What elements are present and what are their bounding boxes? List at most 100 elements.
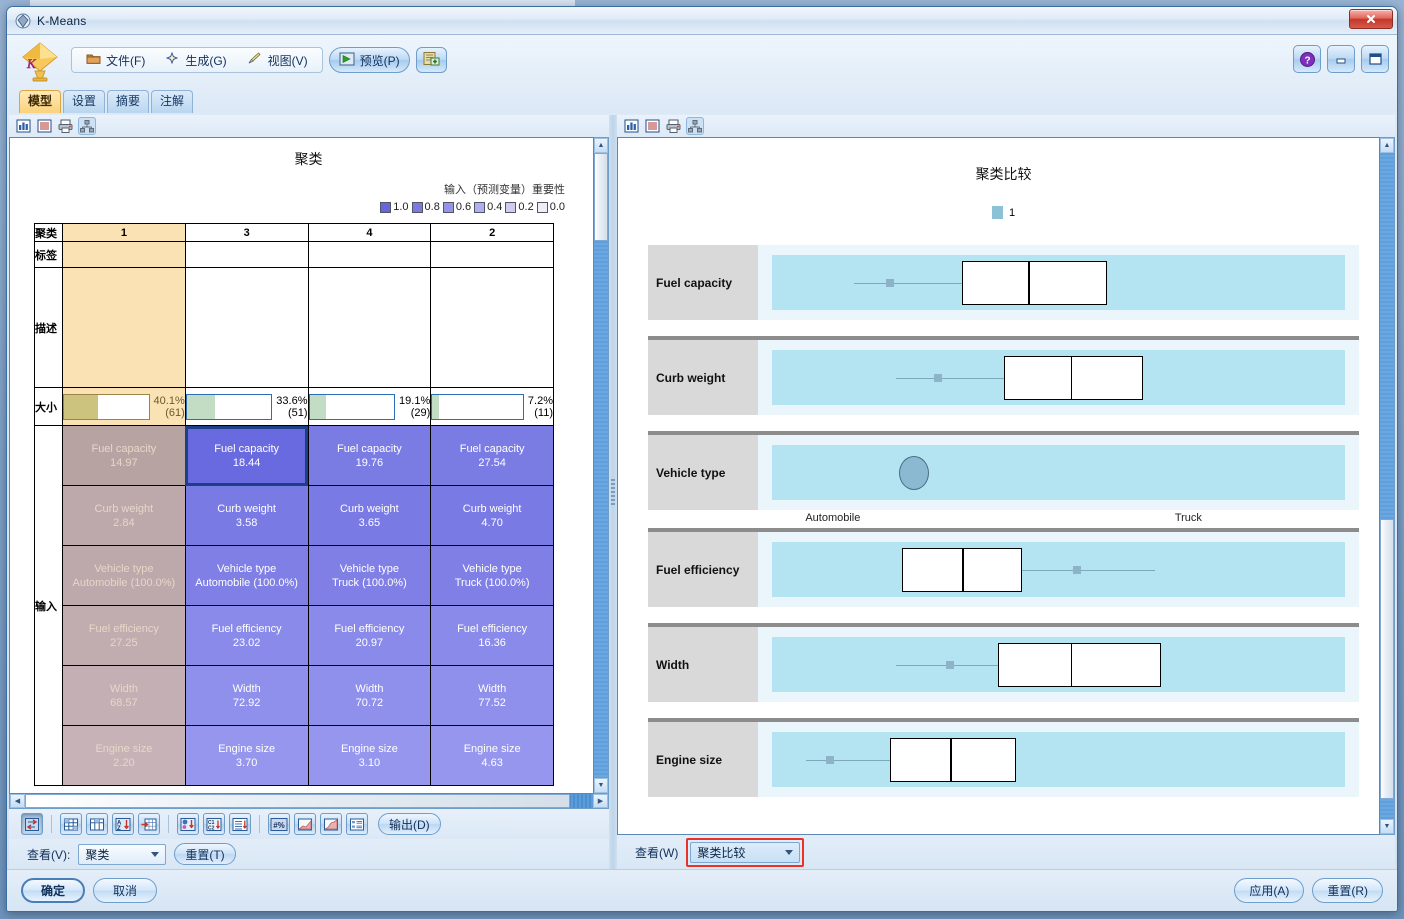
sort-size-icon[interactable]: [177, 813, 199, 835]
description-cell-1[interactable]: [62, 267, 186, 388]
input-cell-1-1[interactable]: Curb weight 2.84: [62, 485, 186, 546]
scroll-up-arrow[interactable]: ▲: [594, 138, 608, 153]
cluster-header-1[interactable]: 1: [62, 223, 186, 242]
input-cell-4-4[interactable]: Width 70.72: [307, 665, 432, 726]
input-cell-5-2[interactable]: Engine size 4.63: [430, 725, 554, 786]
help-button[interactable]: ?: [1293, 45, 1321, 73]
cluster-header-2[interactable]: 2: [430, 223, 554, 242]
left-reset-button[interactable]: 重置(T): [174, 843, 236, 865]
description-cell-3[interactable]: [184, 267, 309, 388]
chart-view-icon[interactable]: [623, 117, 641, 135]
input-cell-1-4[interactable]: Curb weight 3.65: [307, 485, 432, 546]
menu-generate[interactable]: 生成(G): [157, 51, 234, 70]
input-cell-4-2[interactable]: Width 77.52: [430, 665, 554, 726]
minimize-button[interactable]: [1327, 45, 1355, 73]
menu-view[interactable]: 视图(V): [239, 51, 316, 70]
panel-splitter[interactable]: [609, 115, 617, 869]
cancel-button[interactable]: 取消: [93, 878, 157, 903]
sort-c1c2-icon[interactable]: C1 C2: [203, 813, 225, 835]
maximize-button[interactable]: [1361, 45, 1389, 73]
label-cell-1[interactable]: [62, 241, 186, 268]
input-cell-4-1[interactable]: Width 68.57: [62, 665, 186, 726]
description-cell-4[interactable]: [307, 267, 432, 388]
scroll-up-arrow[interactable]: ▲: [1380, 138, 1394, 153]
chart-area2-icon[interactable]: [320, 813, 342, 835]
export-button[interactable]: [415, 47, 447, 73]
percent-icon[interactable]: #%: [268, 813, 290, 835]
right-vscroll-track[interactable]: [1380, 153, 1394, 819]
input-cell-0-4[interactable]: Fuel capacity 19.76: [307, 425, 432, 486]
grid-columns-icon[interactable]: [86, 813, 108, 835]
size-cell-1[interactable]: 40.1% (61): [62, 387, 186, 426]
input-cell-2-1[interactable]: Vehicle type Automobile (100.0%): [62, 545, 186, 606]
table-view-icon[interactable]: [36, 117, 54, 135]
input-cell-1-2[interactable]: Curb weight 4.70: [430, 485, 554, 546]
output-button[interactable]: 输出(D): [378, 813, 441, 835]
size-cell-3[interactable]: 33.6% (51): [184, 387, 309, 426]
input-cell-5-3[interactable]: Engine size 3.70: [184, 725, 309, 786]
preview-button[interactable]: 预览(P): [328, 47, 410, 73]
input-cell-1-3[interactable]: Curb weight 3.58: [184, 485, 309, 546]
node-tree-icon[interactable]: [78, 117, 96, 135]
apply-button[interactable]: 应用(A): [1234, 878, 1305, 903]
print-icon[interactable]: [57, 117, 75, 135]
ok-button[interactable]: 确定: [21, 878, 85, 903]
tab-settings[interactable]: 设置: [63, 90, 106, 113]
size-cell-2[interactable]: 7.2% (11): [430, 387, 554, 426]
input-cell-0-2[interactable]: Fuel capacity 27.54: [430, 425, 554, 486]
scroll-down-arrow[interactable]: ▼: [594, 778, 608, 793]
table-view-icon[interactable]: [644, 117, 662, 135]
scroll-right-arrow[interactable]: ▶: [593, 794, 608, 808]
comparison-row-plot[interactable]: [758, 722, 1359, 797]
right-view-select[interactable]: 聚类比较: [690, 841, 801, 863]
tab-summary[interactable]: 摘要: [107, 90, 150, 113]
label-cell-3[interactable]: [184, 241, 309, 268]
left-hscroll-thumb[interactable]: [25, 794, 571, 808]
grid-cells-icon[interactable]: [60, 813, 82, 835]
left-vscroll-thumb[interactable]: [594, 153, 608, 241]
comparison-row-plot[interactable]: [758, 435, 1359, 510]
input-cell-2-4[interactable]: Vehicle type Truck (100.0%): [307, 545, 432, 606]
cluster-header-3[interactable]: 3: [184, 223, 309, 242]
label-cell-2[interactable]: [430, 241, 554, 268]
input-cell-0-3[interactable]: Fuel capacity 18.44: [184, 425, 309, 486]
transpose-icon[interactable]: [21, 813, 43, 835]
input-cell-3-3[interactable]: Fuel efficiency 23.02: [184, 605, 309, 666]
input-cell-3-2[interactable]: Fuel efficiency 16.36: [430, 605, 554, 666]
close-button[interactable]: [1349, 9, 1393, 29]
comparison-row-plot[interactable]: [758, 245, 1359, 320]
input-cell-3-1[interactable]: Fuel efficiency 27.25: [62, 605, 186, 666]
input-cell-2-3[interactable]: Vehicle type Automobile (100.0%): [184, 545, 309, 606]
left-hscroll-track[interactable]: [25, 794, 593, 808]
scroll-left-arrow[interactable]: ◀: [10, 794, 25, 808]
input-cell-3-4[interactable]: Fuel efficiency 20.97: [307, 605, 432, 666]
print-icon[interactable]: [665, 117, 683, 135]
tab-annotation[interactable]: 注解: [151, 90, 194, 113]
sort-rows-icon[interactable]: [229, 813, 251, 835]
menu-file[interactable]: 文件(F): [78, 51, 153, 70]
cluster-header-4[interactable]: 4: [307, 223, 432, 242]
right-vscroll-thumb[interactable]: [1380, 519, 1394, 800]
comparison-row-plot[interactable]: [758, 532, 1359, 607]
splitter-grip[interactable]: [611, 479, 615, 505]
input-cell-5-4[interactable]: Engine size 3.10: [307, 725, 432, 786]
comparison-row-plot[interactable]: [758, 627, 1359, 702]
right-vertical-scrollbar[interactable]: ▲ ▼: [1380, 137, 1395, 835]
size-cell-4[interactable]: 19.1% (29): [307, 387, 432, 426]
left-vertical-scrollbar[interactable]: ▲ ▼: [594, 137, 609, 794]
chart-area-icon[interactable]: [294, 813, 316, 835]
insert-cells-icon[interactable]: [138, 813, 160, 835]
scroll-down-arrow[interactable]: ▼: [1380, 819, 1394, 834]
detail-list-icon[interactable]: [346, 813, 368, 835]
input-cell-2-2[interactable]: Vehicle type Truck (100.0%): [430, 545, 554, 606]
reset-button[interactable]: 重置(R): [1312, 878, 1383, 903]
left-horizontal-scrollbar[interactable]: ◀ ▶: [9, 794, 609, 809]
tab-model[interactable]: 模型: [19, 90, 62, 113]
input-cell-5-1[interactable]: Engine size 2.20: [62, 725, 186, 786]
label-cell-4[interactable]: [307, 241, 432, 268]
sort-az-icon[interactable]: A Z: [112, 813, 134, 835]
input-cell-0-1[interactable]: Fuel capacity 14.97: [62, 425, 186, 486]
description-cell-2[interactable]: [430, 267, 554, 388]
chart-view-icon[interactable]: [15, 117, 33, 135]
left-view-select[interactable]: 聚类: [78, 843, 167, 865]
